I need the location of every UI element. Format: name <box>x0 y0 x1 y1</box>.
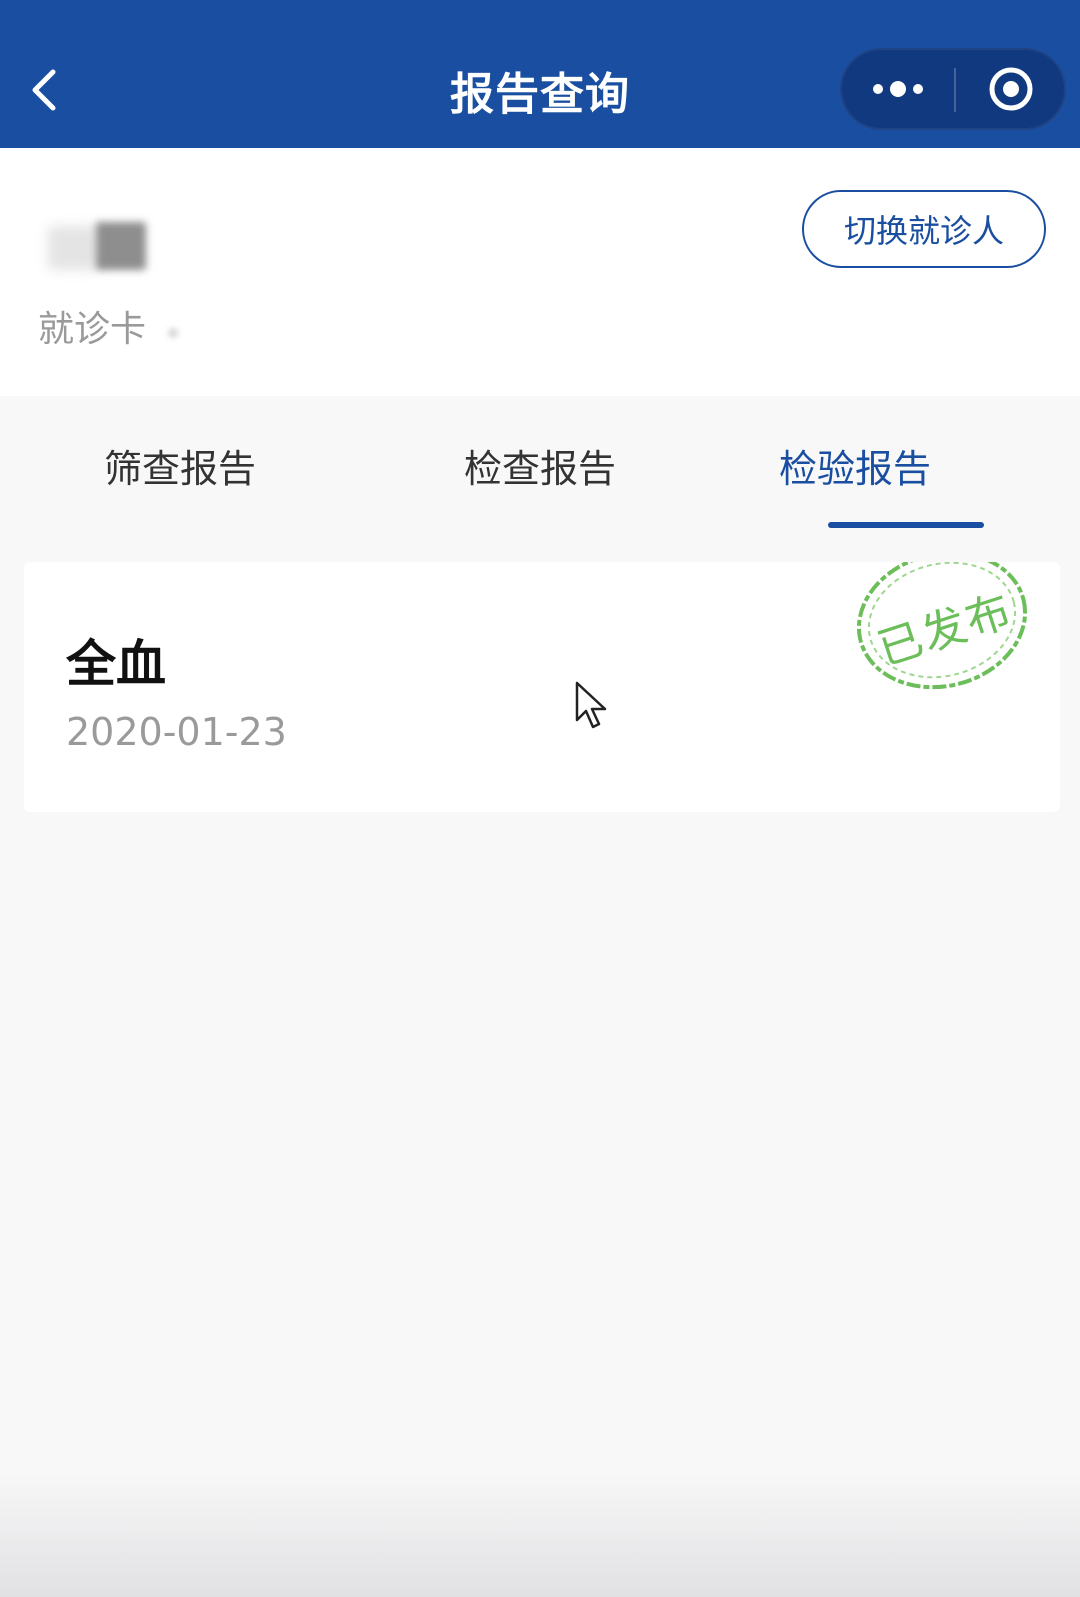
bottom-shade <box>0 1470 1080 1597</box>
report-name: 全血 <box>66 635 166 693</box>
card-number-redacted <box>168 328 178 338</box>
more-dots-icon <box>873 81 923 97</box>
patient-name-redacted <box>48 222 148 272</box>
close-mini-program-button[interactable] <box>956 50 1066 128</box>
tab-screening-report[interactable]: 筛查报告 <box>0 396 360 534</box>
nav-bar: 报告查询 <box>0 0 1080 148</box>
report-tabs: 筛查报告 检查报告 检验报告 <box>0 396 1080 534</box>
more-button[interactable] <box>842 50 954 128</box>
card-label: 就诊卡 <box>38 309 147 350</box>
report-date: 2020-01-23 <box>66 710 287 754</box>
target-circle-icon <box>989 67 1033 111</box>
mouse-cursor-icon <box>575 681 607 729</box>
published-stamp: 已发布 <box>850 562 1034 698</box>
tab-examination-report[interactable]: 检查报告 <box>360 396 720 534</box>
switch-patient-button[interactable]: 切换就诊人 <box>802 190 1046 268</box>
patient-info: 就诊卡 切换就诊人 <box>0 148 1080 396</box>
tab-lab-report[interactable]: 检验报告 <box>726 396 984 534</box>
report-list-item[interactable]: 全血 2020-01-23 已发布 <box>24 562 1060 812</box>
mini-program-capsule <box>840 48 1066 130</box>
active-tab-indicator <box>828 522 984 528</box>
